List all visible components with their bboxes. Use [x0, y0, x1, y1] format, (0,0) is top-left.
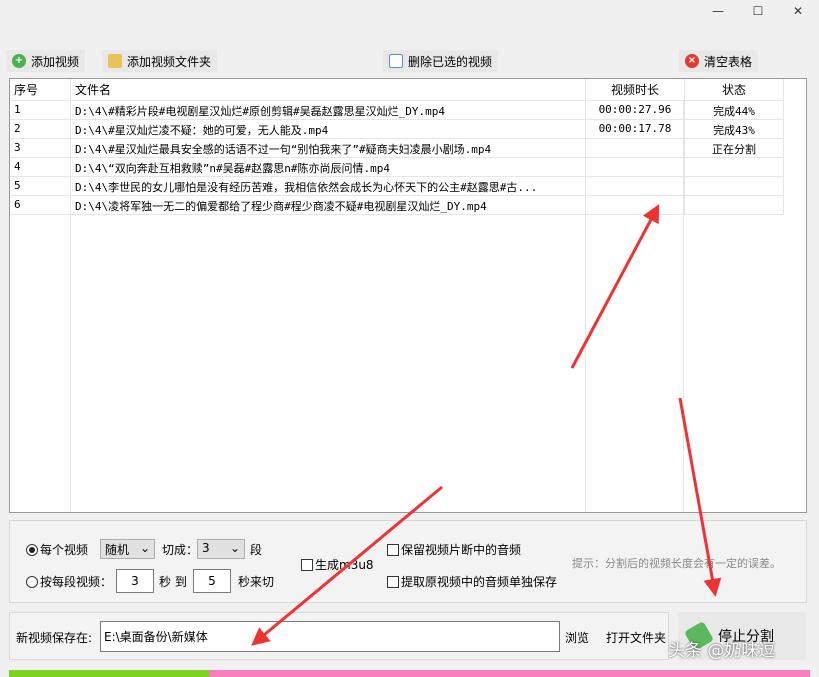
table-header: 序号 文件名 视频时长 状态 — [10, 79, 784, 101]
cell-file: D:\4\#星汉灿烂凌不疑：她的可爱，无人能及.mp4 — [71, 120, 586, 138]
save-panel: 新视频保存在: E:\桌面备份\新媒体 浏览 打开文件夹 — [9, 612, 669, 660]
cell-file: D:\4\“双向奔赴互相救赎”n#吴磊#赵露思n#陈亦尚辰问情.mp4 — [71, 158, 586, 176]
per-segment-radio[interactable]: 按每段视频： — [26, 573, 112, 590]
progress-remaining — [209, 670, 810, 677]
browse-button[interactable]: 浏览 — [565, 629, 589, 646]
progress-bar — [9, 670, 810, 677]
sec-cut-label: 秒来切 — [238, 575, 275, 589]
col-index[interactable]: 序号 — [10, 79, 71, 100]
sec-to-label: 秒 到 — [159, 575, 187, 589]
segment-unit-label: 段 — [250, 543, 263, 557]
watermark: 头条 @奶味逗 — [668, 641, 776, 661]
hint-text: 提示：分割后的视频长度会有一定的误差。 — [572, 557, 781, 570]
col-status[interactable]: 状态 — [685, 79, 784, 100]
progress-fill — [9, 670, 210, 677]
col-duration[interactable]: 视频时长 — [586, 79, 685, 100]
minimize-button[interactable]: — — [708, 4, 728, 22]
col-filename[interactable]: 文件名 — [71, 79, 586, 100]
extract-audio-checkbox[interactable]: 提取原视频中的音频单独保存 — [387, 573, 557, 590]
maximize-button[interactable]: ☐ — [748, 4, 768, 22]
add-video-label: 添加视频 — [31, 54, 80, 69]
each-video-radio[interactable]: 每个视频 — [26, 541, 88, 558]
clear-x-icon: × — [685, 54, 699, 68]
add-video-button[interactable]: + 添加视频 — [6, 50, 86, 72]
to-seconds-input[interactable]: 5 — [193, 569, 231, 593]
gen-m3u8-checkbox[interactable]: 生成m3u8 — [301, 556, 374, 573]
cell-file: D:\4\凌将军独一无二的偏爱都给了程少商#程少商凌不疑#电视剧星汉灿烂_DY.… — [71, 196, 586, 214]
mode-select[interactable]: 随机 ⌄ — [100, 539, 155, 559]
cell-status — [685, 196, 784, 214]
cell-file: D:\4\#精彩片段#电视剧星汉灿烂#原创剪辑#吴磊赵露思星汉灿烂_DY.mp4 — [71, 101, 586, 119]
cell-status — [685, 177, 784, 195]
delete-selected-button[interactable]: 删除已选的视频 — [383, 50, 499, 72]
cell-status: 正在分割 — [685, 139, 784, 157]
cell-status — [685, 158, 784, 176]
open-folder-button[interactable]: 打开文件夹 — [606, 629, 666, 646]
delete-selected-label: 删除已选的视频 — [408, 54, 493, 69]
cell-status: 完成43% — [685, 120, 784, 138]
add-folder-label: 添加视频文件夹 — [127, 54, 212, 69]
cut-into-label: 切成： — [162, 543, 199, 557]
split-options-panel: 每个视频 随机 ⌄ 切成： 3 ⌄ 段 按每段视频： 3 秒 到 5 秒来切 生成m… — [9, 520, 807, 603]
save-path-input[interactable]: E:\桌面备份\新媒体 — [100, 621, 560, 652]
video-table[interactable]: 序号 文件名 视频时长 状态 1 D:\4\#精彩片段#电视剧星汉灿烂#原创剪辑#… — [9, 78, 807, 513]
add-folder-button[interactable]: 添加视频文件夹 — [102, 50, 218, 72]
folder-icon — [108, 54, 122, 68]
plus-icon: + — [12, 54, 26, 68]
clear-table-button[interactable]: × 清空表格 — [679, 50, 759, 72]
clear-table-label: 清空表格 — [704, 54, 753, 69]
cell-status: 完成44% — [685, 101, 784, 119]
keep-audio-checkbox[interactable]: 保留视频片断中的音频 — [387, 541, 521, 558]
save-path-label: 新视频保存在: — [16, 631, 93, 645]
delete-list-icon — [389, 54, 403, 68]
cell-file: D:\4\#星汉灿烂最具安全感的话语不过一句“别怕我来了”#疑商夫妇凌晨小剧场.… — [71, 139, 586, 157]
cell-file: D:\4\李世民的女儿哪怕是没有经历苦难，我相信依然会成长为心怀天下的公主#赵露… — [71, 177, 586, 195]
from-seconds-input[interactable]: 3 — [116, 569, 154, 593]
close-button[interactable]: ✕ — [788, 4, 808, 22]
segments-select[interactable]: 3 ⌄ — [197, 539, 245, 559]
